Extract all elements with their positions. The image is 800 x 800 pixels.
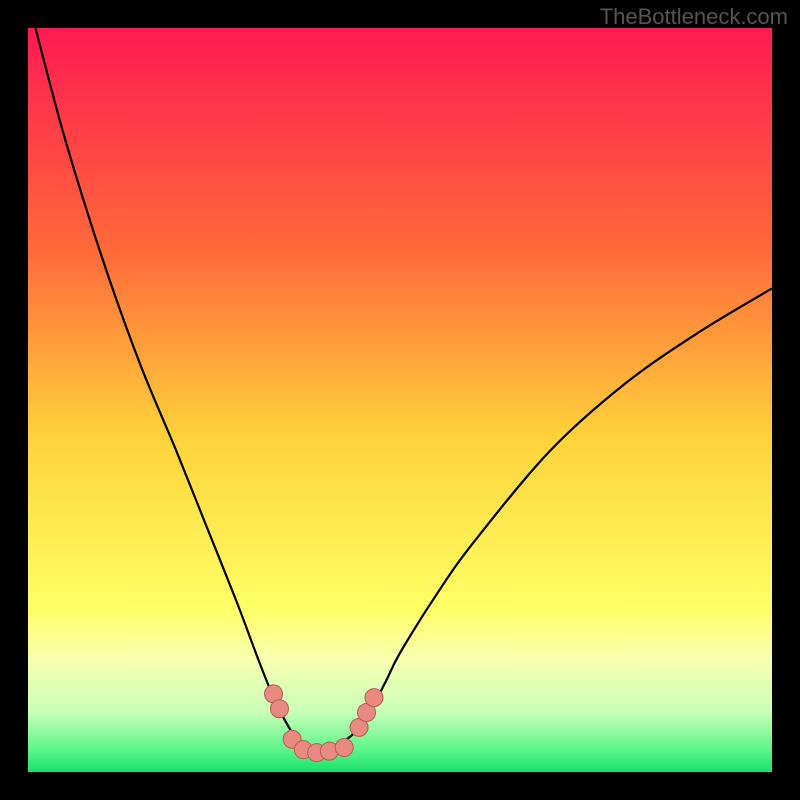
- data-point: [335, 738, 353, 756]
- data-point: [270, 700, 288, 718]
- plot-area: [28, 28, 772, 772]
- heatmap-background: [28, 28, 772, 772]
- watermark-text: TheBottleneck.com: [600, 4, 788, 30]
- chart-frame: TheBottleneck.com: [0, 0, 800, 800]
- chart-svg: [28, 28, 772, 772]
- data-point: [365, 689, 383, 707]
